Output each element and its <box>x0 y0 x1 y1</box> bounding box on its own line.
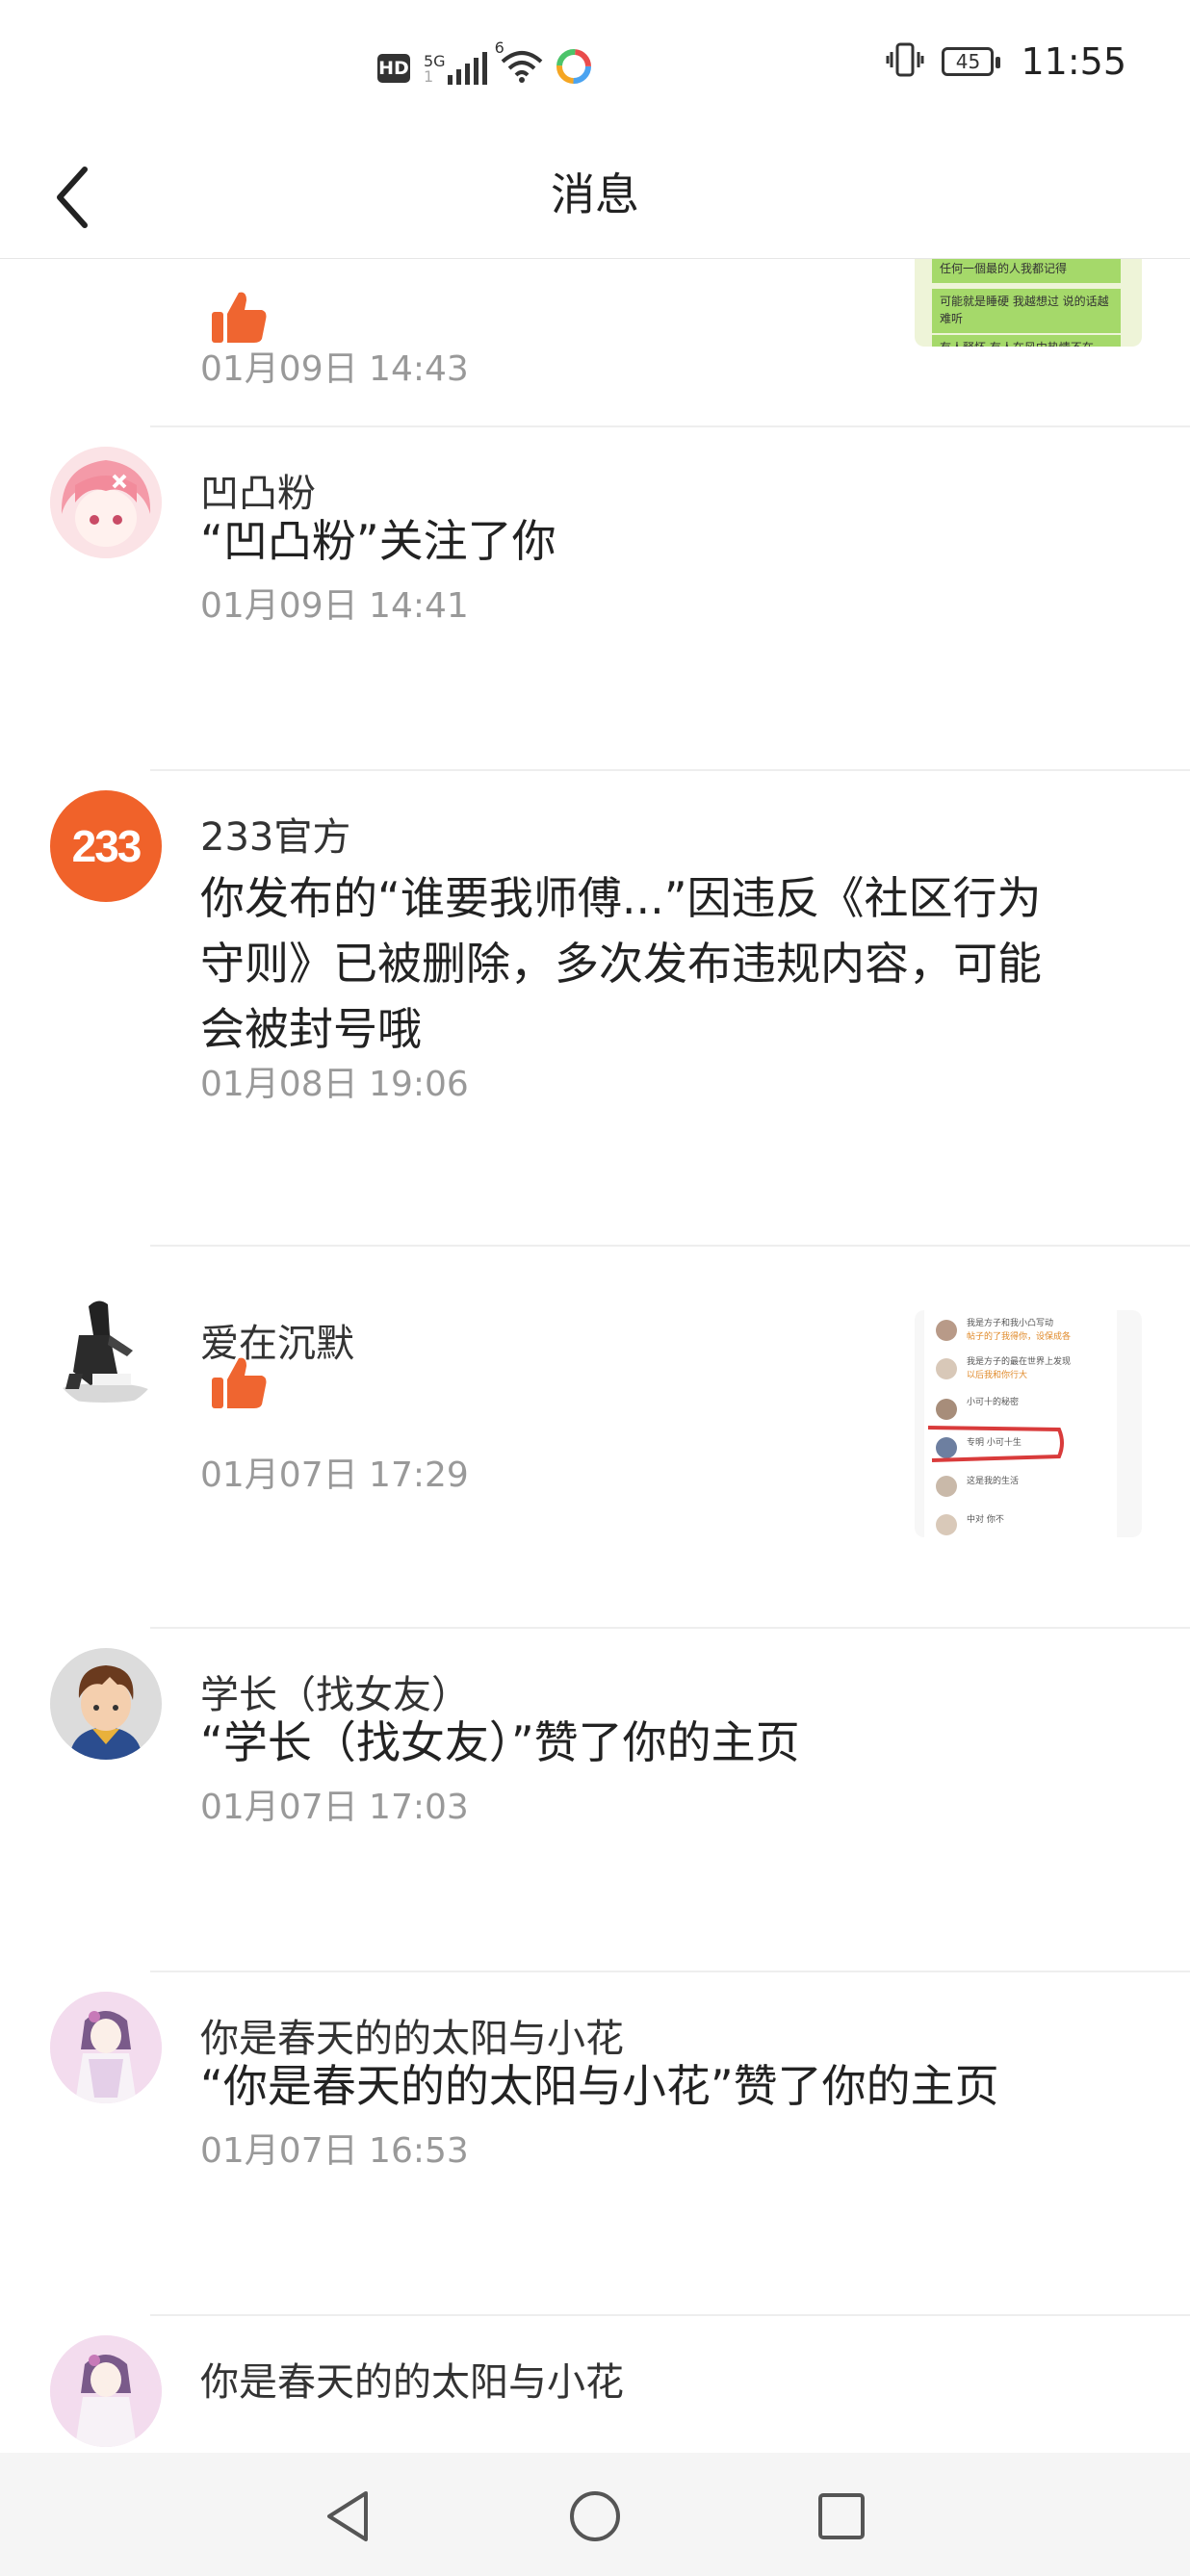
sender-name[interactable]: 233官方 <box>200 806 350 862</box>
avatar[interactable]: 233 <box>50 790 162 902</box>
red-highlight-mark <box>927 1426 1064 1462</box>
cellular-icon: 5G 1 <box>424 52 487 85</box>
message-time: 01月08日 19:06 <box>200 1065 469 1104</box>
message-time: 01月07日 17:03 <box>200 1788 469 1827</box>
system-navigation-bar <box>0 2453 1190 2576</box>
avatar[interactable] <box>50 2335 162 2447</box>
thumbnail-text: 任何一個最的人我都记得 <box>940 262 1068 275</box>
message-text: “你是春天的的太阳与小花”赞了你的主页 <box>200 2060 999 2112</box>
list-item[interactable]: 凹凸粉 “凹凸粉”关注了你 01月09日 14:41 <box>0 427 1190 770</box>
app-notification-icon <box>556 49 591 88</box>
message-time: 01月09日 14:41 <box>200 586 469 626</box>
hd-icon: HD <box>377 54 410 83</box>
vibrate-icon <box>886 42 924 81</box>
thumbnail-text: 有人释怀 有人在风中热情不在 <box>940 339 1094 347</box>
chat-screenshot-thumbnail[interactable]: 任何一個最的人我都记得 可能就是睡硬 我越想过 说的话越 难听 有人释怀 有人在… <box>915 258 1142 347</box>
message-time: 01月07日 16:53 <box>200 2131 469 2171</box>
back-triangle-icon[interactable] <box>323 2489 374 2547</box>
list-item[interactable]: 爱在沉默 01月07日 17:29 我是方子和我小凸写动 帖子的了我得你，设保成… <box>0 1247 1190 1628</box>
status-right-icons: 45 11:55 <box>886 40 1126 83</box>
recents-square-icon[interactable] <box>816 2489 867 2547</box>
message-time: 01月09日 14:43 <box>200 349 469 389</box>
avatar[interactable] <box>50 447 162 558</box>
battery-icon: 45 <box>942 47 1001 76</box>
page-title: 消息 <box>551 168 639 220</box>
sender-name[interactable]: 你是春天的的太阳与小花 <box>200 2351 624 2407</box>
message-text: 你发布的“谁要我师傅...”因违反《社区行为守则》已被删除，多次发布违规内容，可… <box>200 872 1042 1055</box>
list-item[interactable]: 233 233官方 你发布的“谁要我师傅...”因违反《社区行为守则》已被删除，… <box>0 771 1190 1245</box>
avatar[interactable] <box>50 1297 162 1408</box>
message-list[interactable]: 01月09日 14:43 任何一個最的人我都记得 可能就是睡硬 我越想过 说的话… <box>0 258 1190 2453</box>
avatar[interactable] <box>50 1648 162 1760</box>
message-time: 01月07日 17:29 <box>200 1455 469 1495</box>
status-time: 11:55 <box>1021 40 1126 83</box>
thumbs-up-icon <box>210 1352 270 1416</box>
avatar[interactable] <box>50 1992 162 2103</box>
thumbnail-text: 可能就是睡硬 我越想过 说的话越 <box>940 295 1109 308</box>
message-text: “凹凸粉”关注了你 <box>200 515 556 567</box>
header-bar: 消息 <box>0 135 1190 259</box>
status-left-icons: HD 5G 1 6 <box>377 39 591 92</box>
thumbnail-text: 难听 <box>940 312 964 325</box>
list-item[interactable]: 学长（找女友） “学长（找女友）”赞了你的主页 01月07日 17:03 <box>0 1629 1190 1971</box>
list-item[interactable]: 你是春天的的太阳与小花 “你是春天的的太阳与小花”赞了你的主页 01月07日 1… <box>0 1972 1190 2315</box>
screenshot-thumbnail[interactable]: 我是方子和我小凸写动 帖子的了我得你，设保成各 我是方子的最在世界上发现 以后我… <box>915 1310 1142 1537</box>
status-bar: HD 5G 1 6 45 11:55 <box>0 0 1190 135</box>
message-text: “学长（找女友）”赞了你的主页 <box>200 1716 800 1768</box>
wifi-icon: 6 <box>495 39 543 87</box>
home-circle-icon[interactable] <box>568 2489 622 2547</box>
list-item[interactable]: 你是春天的的太阳与小花 <box>0 2316 1190 2453</box>
